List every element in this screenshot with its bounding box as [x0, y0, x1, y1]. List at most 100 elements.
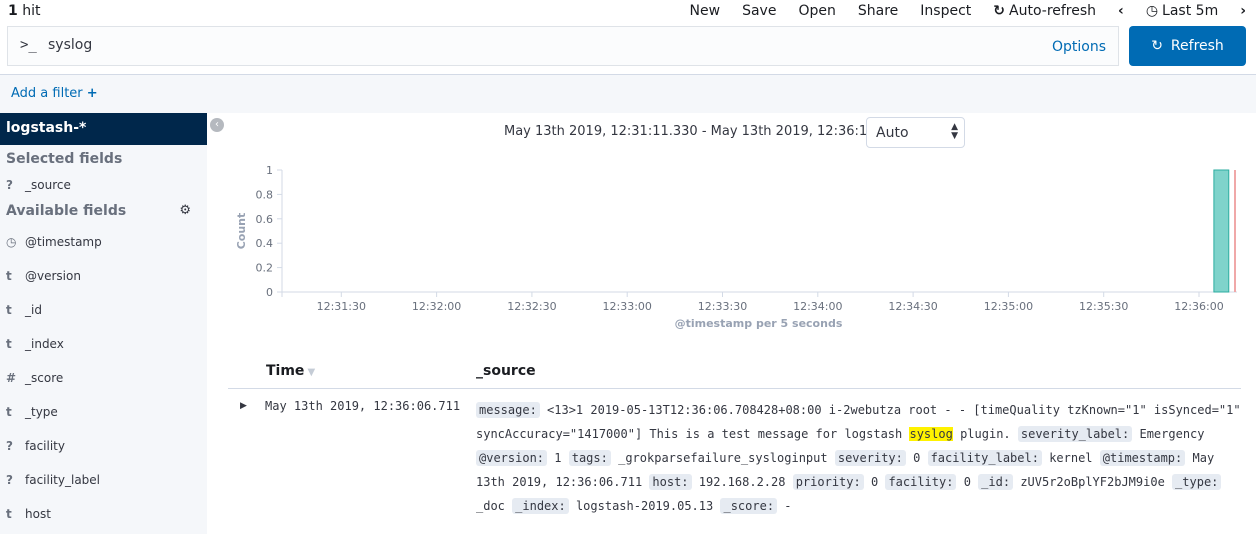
refresh-icon: ↻	[993, 3, 1005, 19]
kql-prompt-icon: >_	[20, 37, 37, 53]
row-source: message: <13>1 2019-05-13T12:36:06.70842…	[476, 398, 1246, 518]
field-item-index[interactable]: t _index	[0, 327, 207, 361]
field-name: @timestamp	[25, 235, 102, 249]
clock-icon: ◷	[1145, 3, 1159, 19]
field-sidebar: logstash-* Selected fields ? _source Avai…	[0, 113, 207, 534]
source-field-key: message:	[476, 402, 540, 418]
search-highlight: syslog	[909, 427, 953, 441]
selected-fields-label: Selected fields	[6, 151, 123, 167]
source-field-key: severity:	[834, 450, 906, 466]
date-range-text: May 13th 2019, 12:31:11.330 - May 13th 2…	[504, 124, 922, 139]
new-button[interactable]: New	[690, 3, 721, 19]
field-item-timestamp[interactable]: ◷ @timestamp	[0, 225, 207, 259]
source-field-value: 0	[870, 475, 879, 489]
field-item-score[interactable]: # _score	[0, 361, 207, 395]
field-item-version[interactable]: t @version	[0, 259, 207, 293]
unknown-type-icon: ?	[6, 439, 13, 453]
x-tick-label: 12:34:30	[888, 300, 937, 313]
source-field-key: @timestamp:	[1099, 450, 1186, 466]
chevron-right-icon[interactable]: ›	[1240, 3, 1246, 19]
source-field-key: _type:	[1172, 474, 1222, 490]
source-field-value: -	[784, 499, 792, 513]
sort-down-icon[interactable]: ▼	[307, 367, 315, 378]
selected-fields-title: Selected fields	[0, 145, 207, 173]
available-fields-label: Available fields	[6, 203, 127, 219]
string-type-icon: t	[6, 303, 12, 317]
y-tick-label: 0	[266, 286, 273, 299]
search-bar: >_ syslog Options	[7, 26, 1119, 66]
source-field-value: logstash-2019.05.13	[575, 499, 714, 513]
column-header-time[interactable]: Time ▼	[266, 363, 315, 379]
y-tick-label: 0.6	[256, 213, 274, 226]
index-pattern-selector[interactable]: logstash-*	[0, 113, 207, 145]
inspect-button[interactable]: Inspect	[920, 3, 971, 19]
source-field-key: severity_label:	[1017, 426, 1133, 442]
number-type-icon: #	[6, 371, 17, 385]
source-field-key: priority:	[792, 474, 864, 490]
source-field-key: facility:	[885, 474, 957, 490]
unknown-type-icon: ?	[6, 473, 13, 487]
time-picker-button[interactable]: ◷ Last 5m	[1146, 3, 1218, 19]
save-button[interactable]: Save	[742, 3, 776, 19]
filter-bar: Add a filter +	[0, 74, 1256, 113]
interval-value: Auto	[876, 125, 909, 141]
field-item-facility-label[interactable]: ? facility_label	[0, 463, 207, 497]
available-fields-title: Available fields ⚙	[0, 197, 207, 225]
share-button[interactable]: Share	[858, 3, 898, 19]
source-field-key: _index:	[512, 498, 569, 514]
field-name: _type	[25, 405, 58, 419]
plus-icon: +	[86, 86, 98, 101]
source-field-value: _grokparsefailure_sysloginput	[618, 451, 828, 465]
x-tick-label: 12:32:30	[507, 300, 556, 313]
source-field-value: 0	[963, 475, 971, 489]
field-name: _score	[25, 371, 64, 385]
field-item-source[interactable]: ? _source	[0, 173, 207, 197]
refresh-button[interactable]: ↻ Refresh	[1129, 26, 1246, 66]
histogram-bar	[1213, 169, 1230, 293]
histogram-chart: 0 0.2 0.4 0.6 0.8 1 12:31:30 12:32:00 12:32:30 12…	[235, 164, 1237, 330]
source-field-key: _score:	[720, 498, 778, 514]
gear-icon[interactable]: ⚙	[179, 197, 191, 225]
x-tick-label: 12:35:00	[984, 300, 1033, 313]
x-tick-label: 12:36:00	[1174, 300, 1223, 313]
refresh-label: Refresh	[1170, 38, 1224, 54]
source-field-value: 192.168.2.28	[698, 475, 786, 489]
field-name: _index	[25, 337, 64, 351]
field-item-facility[interactable]: ? facility	[0, 429, 207, 463]
y-tick-label: 0.8	[256, 188, 274, 201]
select-arrows-icon: ▲ ▼	[951, 122, 958, 141]
x-tick-label: 12:33:30	[698, 300, 747, 313]
source-field-value: kernel	[1049, 451, 1093, 465]
field-item-id[interactable]: t _id	[0, 293, 207, 327]
chevron-left-icon[interactable]: ‹	[1118, 3, 1124, 19]
hit-count-number: 1	[8, 3, 18, 19]
field-name: _id	[25, 303, 42, 317]
collapse-sidebar-icon[interactable]: ‹	[210, 118, 224, 132]
time-picker-label: Last 5m	[1162, 3, 1219, 19]
x-tick-label: 12:32:00	[412, 300, 461, 313]
field-name: _source	[25, 178, 71, 192]
column-header-source: _source	[476, 363, 536, 379]
open-button[interactable]: Open	[798, 3, 835, 19]
doc-table-header: Time ▼ _source	[228, 357, 1241, 389]
row-time: May 13th 2019, 12:36:06.711	[265, 399, 461, 413]
auto-refresh-label: Auto-refresh	[1009, 3, 1097, 19]
x-tick-label: 12:34:00	[793, 300, 842, 313]
source-field-value: Emergency	[1139, 427, 1205, 441]
auto-refresh-button[interactable]: ↻ Auto-refresh	[993, 3, 1096, 19]
add-filter-button[interactable]: Add a filter +	[11, 86, 98, 101]
source-field-key: tags:	[568, 450, 611, 466]
y-tick-label: 1	[266, 164, 273, 177]
field-item-host[interactable]: t host	[0, 497, 207, 531]
search-input[interactable]: syslog	[48, 37, 92, 53]
field-item-type[interactable]: t _type	[0, 395, 207, 429]
top-bar: 1 hit New Save Open Share Inspect ↻ Auto-…	[0, 0, 1256, 24]
interval-select[interactable]: Auto ▲ ▼	[866, 117, 965, 148]
source-field-value: 1	[554, 451, 562, 465]
source-field-value: 0	[913, 451, 921, 465]
x-tick-label: 12:33:00	[603, 300, 652, 313]
string-type-icon: t	[6, 507, 12, 521]
expand-row-icon[interactable]: ▶	[240, 401, 247, 411]
string-type-icon: t	[6, 337, 12, 351]
options-button[interactable]: Options	[1052, 39, 1106, 55]
